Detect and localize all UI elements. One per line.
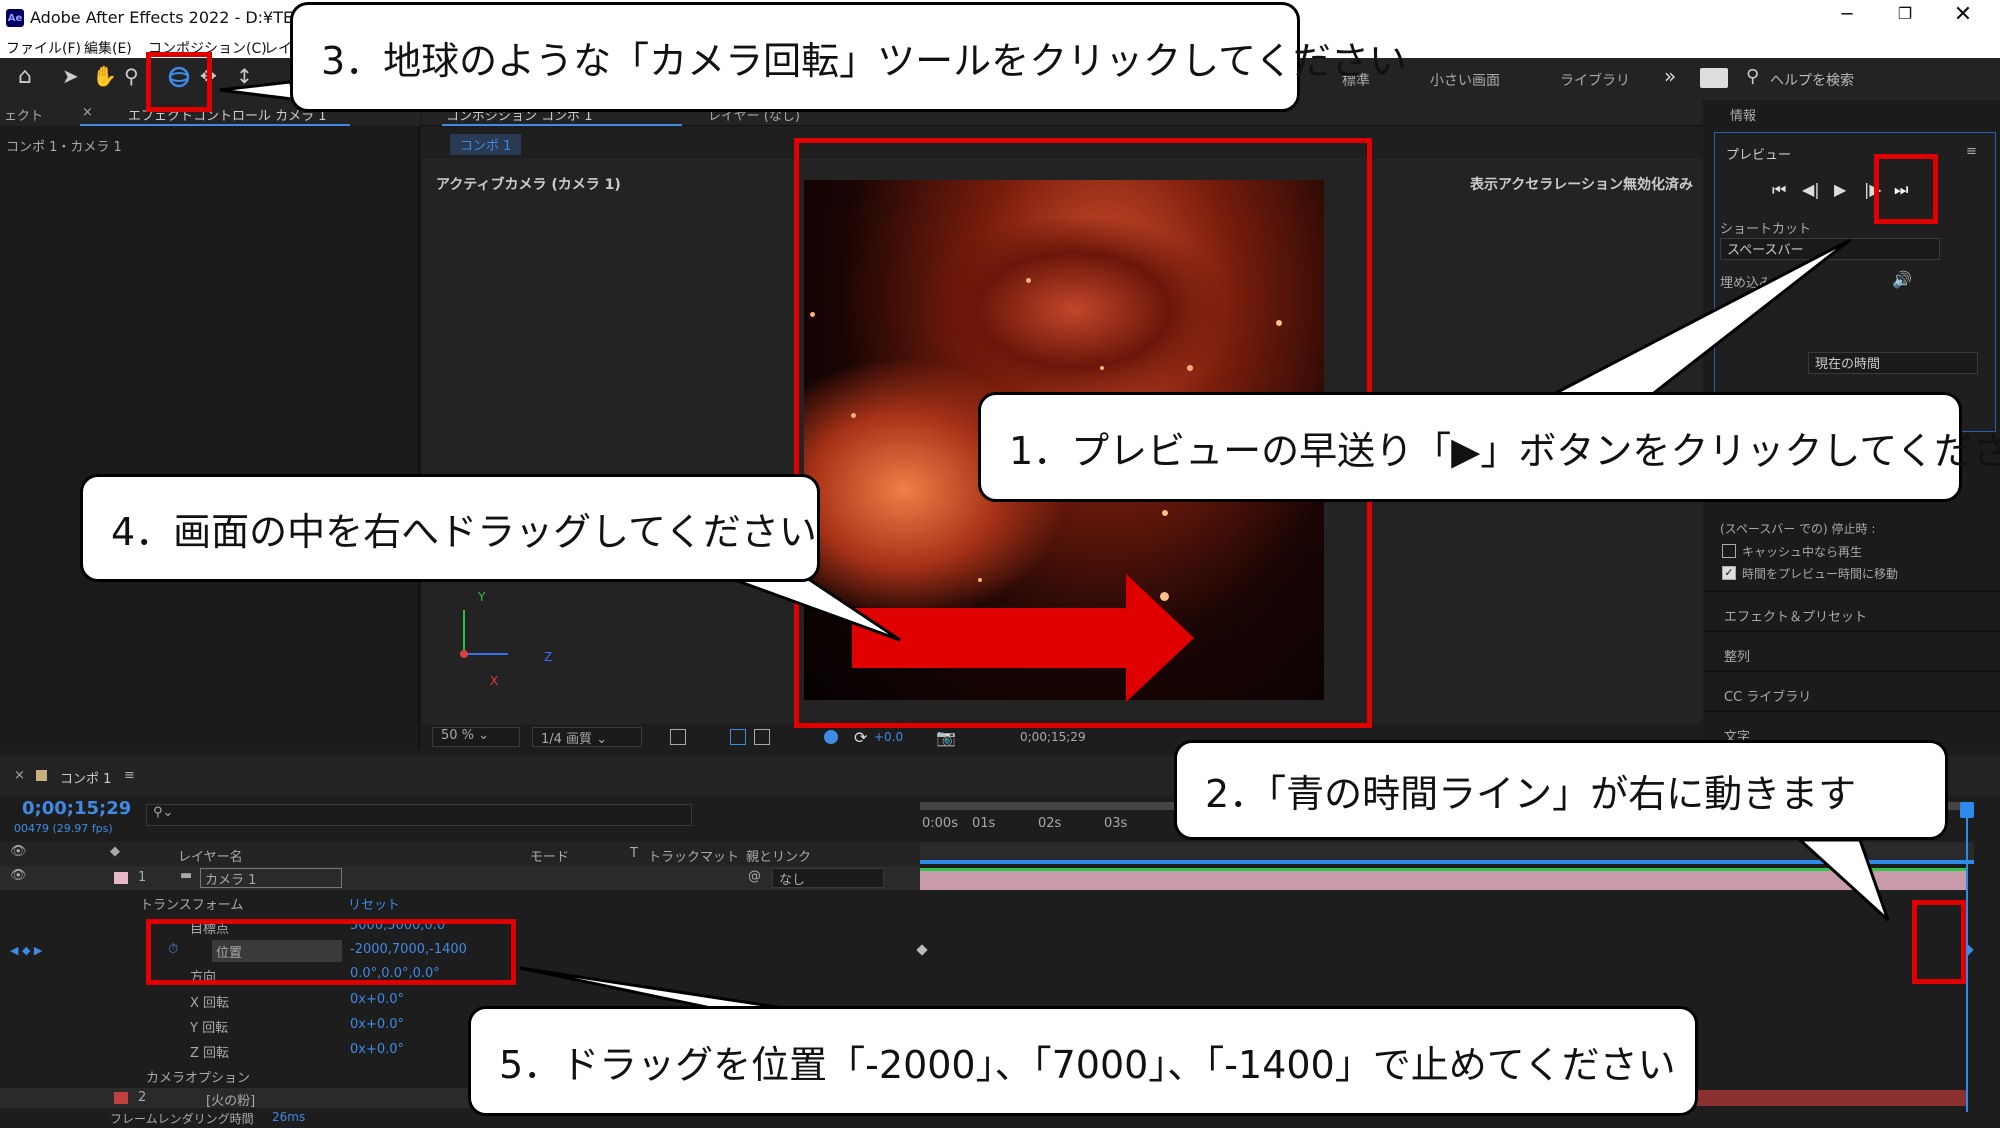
callout-step-3: 3．地球のような「カメラ回転」ツールをクリックしてください [290, 2, 1407, 112]
callout-step-5: 5．ドラッグを位置「-2000」、「7000」、「-1400」で止めてください [468, 1006, 1698, 1116]
callout-step-2: 2．「青の時間ライン」が右に動きます [1174, 740, 1948, 840]
callout-step-4: 4．画面の中を右へドラッグしてください [80, 474, 820, 582]
callout-step-1: 1．プレビューの早送り「▶」ボタンをクリックしてください [978, 392, 2000, 502]
